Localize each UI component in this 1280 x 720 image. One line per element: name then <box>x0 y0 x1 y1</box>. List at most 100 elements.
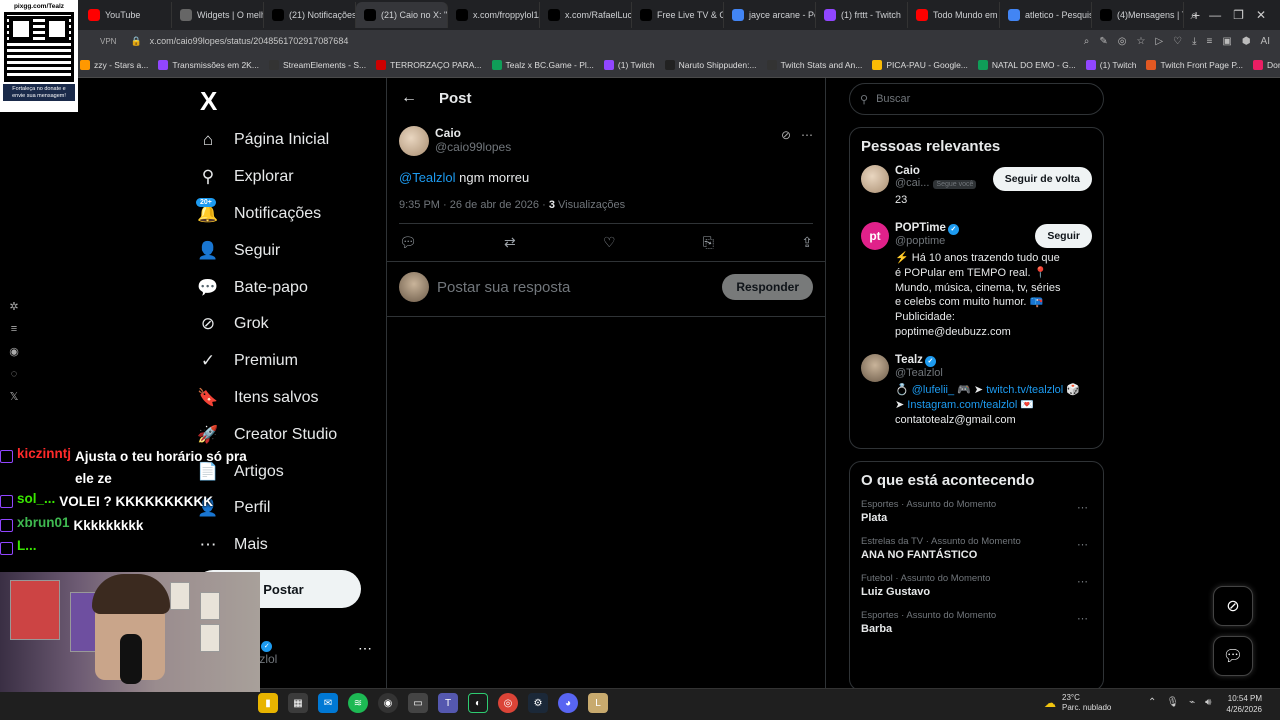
spotify-icon[interactable]: ≋ <box>348 693 368 713</box>
weather-widget[interactable]: ☁ 23°C Parc. nublado <box>1044 693 1111 712</box>
bookmark-item[interactable]: NATAL DO EMO - G... <box>977 59 1076 70</box>
nav-item-explorar[interactable]: ⚲ Explorar <box>196 159 337 196</box>
more-dots-icon[interactable]: ⋯ <box>1077 538 1088 551</box>
person-handle[interactable]: @Tealzlol <box>895 367 1092 379</box>
follow-back-button[interactable]: Seguir de volta <box>992 167 1092 191</box>
messenger-icon[interactable]: ◉ <box>9 345 19 358</box>
browser-tab[interactable]: atletico - Pesquis <box>1000 2 1092 28</box>
play-icon[interactable]: ▷ <box>1155 36 1163 47</box>
avatar[interactable] <box>861 165 889 193</box>
bookmark-item[interactable]: Naruto Shippuden:... <box>664 59 757 70</box>
ai-icon[interactable]: AI <box>1261 36 1270 47</box>
more-dots-icon[interactable]: ⋯ <box>1077 501 1088 514</box>
bio-link[interactable]: twitch.tv/tealzlol <box>986 384 1063 396</box>
camera-icon[interactable]: ◎ <box>1118 36 1127 47</box>
browser-tab[interactable]: x.com/froppylol1/ <box>448 2 540 28</box>
search-tabs-icon[interactable]: ⌕ <box>1190 8 1197 23</box>
store-icon[interactable]: ▦ <box>288 693 308 713</box>
edit-icon[interactable]: ✎ <box>1099 36 1107 47</box>
x-icon[interactable]: 𝕏 <box>10 390 19 403</box>
bio-link[interactable]: @lufelii_ <box>912 384 954 396</box>
tweet-time[interactable]: 9:35 PM · 26 de abr de 2026 · <box>399 199 549 211</box>
sidebar-ai-icon[interactable]: ✲ <box>9 300 18 313</box>
bookmark-item[interactable]: StreamElements - S... <box>268 59 366 70</box>
nav-item-p-gina-inicial[interactable]: ⌂ Página Inicial <box>196 122 337 159</box>
grok-icon[interactable]: ⊘ <box>781 128 791 142</box>
share-icon[interactable]: ⇪ <box>801 234 813 251</box>
chrome-icon[interactable]: ◎ <box>498 693 518 713</box>
browser-tab[interactable]: (21) Caio no X: "@popti <box>356 2 448 28</box>
bookmark-item[interactable]: TERRORZAÇO PARA... <box>376 59 482 70</box>
file-explorer-icon[interactable]: ▮ <box>258 693 278 713</box>
clock[interactable]: 10:54 PM 4/26/2026 <box>1226 693 1262 715</box>
nav-item-notifica-es[interactable]: 🔔 Notificações 20+ <box>196 196 337 233</box>
author-handle[interactable]: @caio99lopes <box>435 140 511 154</box>
trend-item[interactable]: Futebol · Assunto do Momento Luiz Gustavo… <box>861 573 1092 598</box>
lock-icon[interactable]: 🔒 <box>130 36 141 47</box>
bookmark-item[interactable]: (1) Twitch <box>1085 59 1136 70</box>
sidebar-menu-icon[interactable]: ≡ <box>11 323 17 335</box>
messages-float-icon[interactable]: 💬︎ <box>1213 636 1253 676</box>
menu-icon[interactable]: ≡ <box>1207 36 1213 47</box>
mention-link[interactable]: @Tealzlol <box>399 170 456 185</box>
minimize-icon[interactable]: — <box>1209 8 1221 22</box>
trend-item[interactable]: Esportes · Assunto do Momento Barba ⋯ <box>861 610 1092 635</box>
browser-tab[interactable]: Todo Mundo em <box>908 2 1000 28</box>
more-dots-icon[interactable]: ⋯ <box>1077 575 1088 588</box>
volume-icon[interactable]: 🔊︎ <box>1205 697 1211 708</box>
poptime-logo[interactable]: pt <box>861 221 889 250</box>
download-icon[interactable]: ⤓ <box>1192 36 1196 47</box>
person-name[interactable]: POPTime <box>895 222 946 234</box>
browser-tab[interactable]: (4)Mensagens | Ti <box>1092 2 1184 28</box>
nav-item-seguir[interactable]: 👤 Seguir <box>196 232 337 269</box>
browser-tab[interactable]: (21) Notificações <box>264 2 356 28</box>
chevron-up-icon[interactable]: ⌃ <box>1148 697 1156 708</box>
grok-float-icon[interactable]: ⊘ <box>1213 586 1253 626</box>
teams-icon[interactable]: T <box>438 693 458 713</box>
bookmark-item[interactable]: Domo da Mata - Ho... <box>1253 59 1280 70</box>
bookmark-item[interactable]: PICA-PAU - Google... <box>872 59 968 70</box>
steam-icon[interactable]: ⚙ <box>528 693 548 713</box>
avatar[interactable] <box>861 353 889 382</box>
terminal-icon[interactable]: ◐ <box>468 693 488 713</box>
bookmark-item[interactable]: Twitch Front Page P... <box>1146 59 1243 70</box>
browser-tab[interactable]: jayce arcane - Pes <box>724 2 816 28</box>
wallet-icon[interactable]: ▣ <box>1222 36 1231 47</box>
bookmark-item[interactable]: (1) Twitch <box>603 59 655 70</box>
trend-item[interactable]: Estrelas da TV · Assunto do Momento ANA N… <box>861 536 1092 561</box>
avatar[interactable] <box>399 126 429 156</box>
network-icon[interactable]: ⌁ <box>1189 697 1195 708</box>
more-dots-icon[interactable]: ⋯ <box>801 128 813 142</box>
bookmark-item[interactable]: zzy - Stars a... <box>80 59 148 70</box>
bookmark-item[interactable]: Transmissões em 2K... <box>158 59 259 70</box>
vpn-badge[interactable]: VPN <box>100 37 116 46</box>
trend-item[interactable]: Esportes · Assunto do Momento Plata ⋯ <box>861 499 1092 524</box>
retweet-icon[interactable]: ⇄ <box>504 234 516 251</box>
close-icon[interactable]: ✕ <box>1256 8 1266 22</box>
browser-tab[interactable]: YouTube <box>80 2 172 28</box>
follow-button[interactable]: Seguir <box>1035 223 1092 248</box>
person-handle[interactable]: @cai... <box>895 177 929 189</box>
bio-link[interactable]: Instagram.com/tealzlol <box>907 399 1017 411</box>
person-name[interactable]: Tealz <box>895 354 923 366</box>
whatsapp-icon[interactable]: ◌ <box>11 368 18 380</box>
browser-tab[interactable]: x.com/RafaelLuce <box>540 2 632 28</box>
nav-item-premium[interactable]: ✓ Premium <box>196 343 337 380</box>
bookmark-icon[interactable]: ⎘ <box>703 234 714 251</box>
app-icon[interactable]: ▭ <box>408 693 428 713</box>
maximize-icon[interactable]: ❐ <box>1233 8 1244 22</box>
extensions-icon[interactable]: ⬢ <box>1242 36 1251 47</box>
nav-item-grok[interactable]: ⊘ Grok <box>196 306 337 343</box>
nav-item-itens-salvos[interactable]: 🔖 Itens salvos <box>196 380 337 417</box>
league-icon[interactable]: L <box>588 693 608 713</box>
reply-button[interactable]: Responder <box>722 274 813 300</box>
discord-icon[interactable]: ◕ <box>558 693 578 713</box>
author-name[interactable]: Caio <box>435 126 511 140</box>
back-arrow-icon[interactable]: ← <box>401 89 417 107</box>
person-name[interactable]: Caio <box>895 165 976 177</box>
mic-icon[interactable]: 🎙︎ <box>1166 697 1179 708</box>
outlook-icon[interactable]: ✉ <box>318 693 338 713</box>
like-icon[interactable]: ♡ <box>603 234 616 251</box>
browser-tab[interactable]: Free Live TV & On <box>632 2 724 28</box>
reply-icon[interactable]: 💬︎ <box>399 234 417 251</box>
